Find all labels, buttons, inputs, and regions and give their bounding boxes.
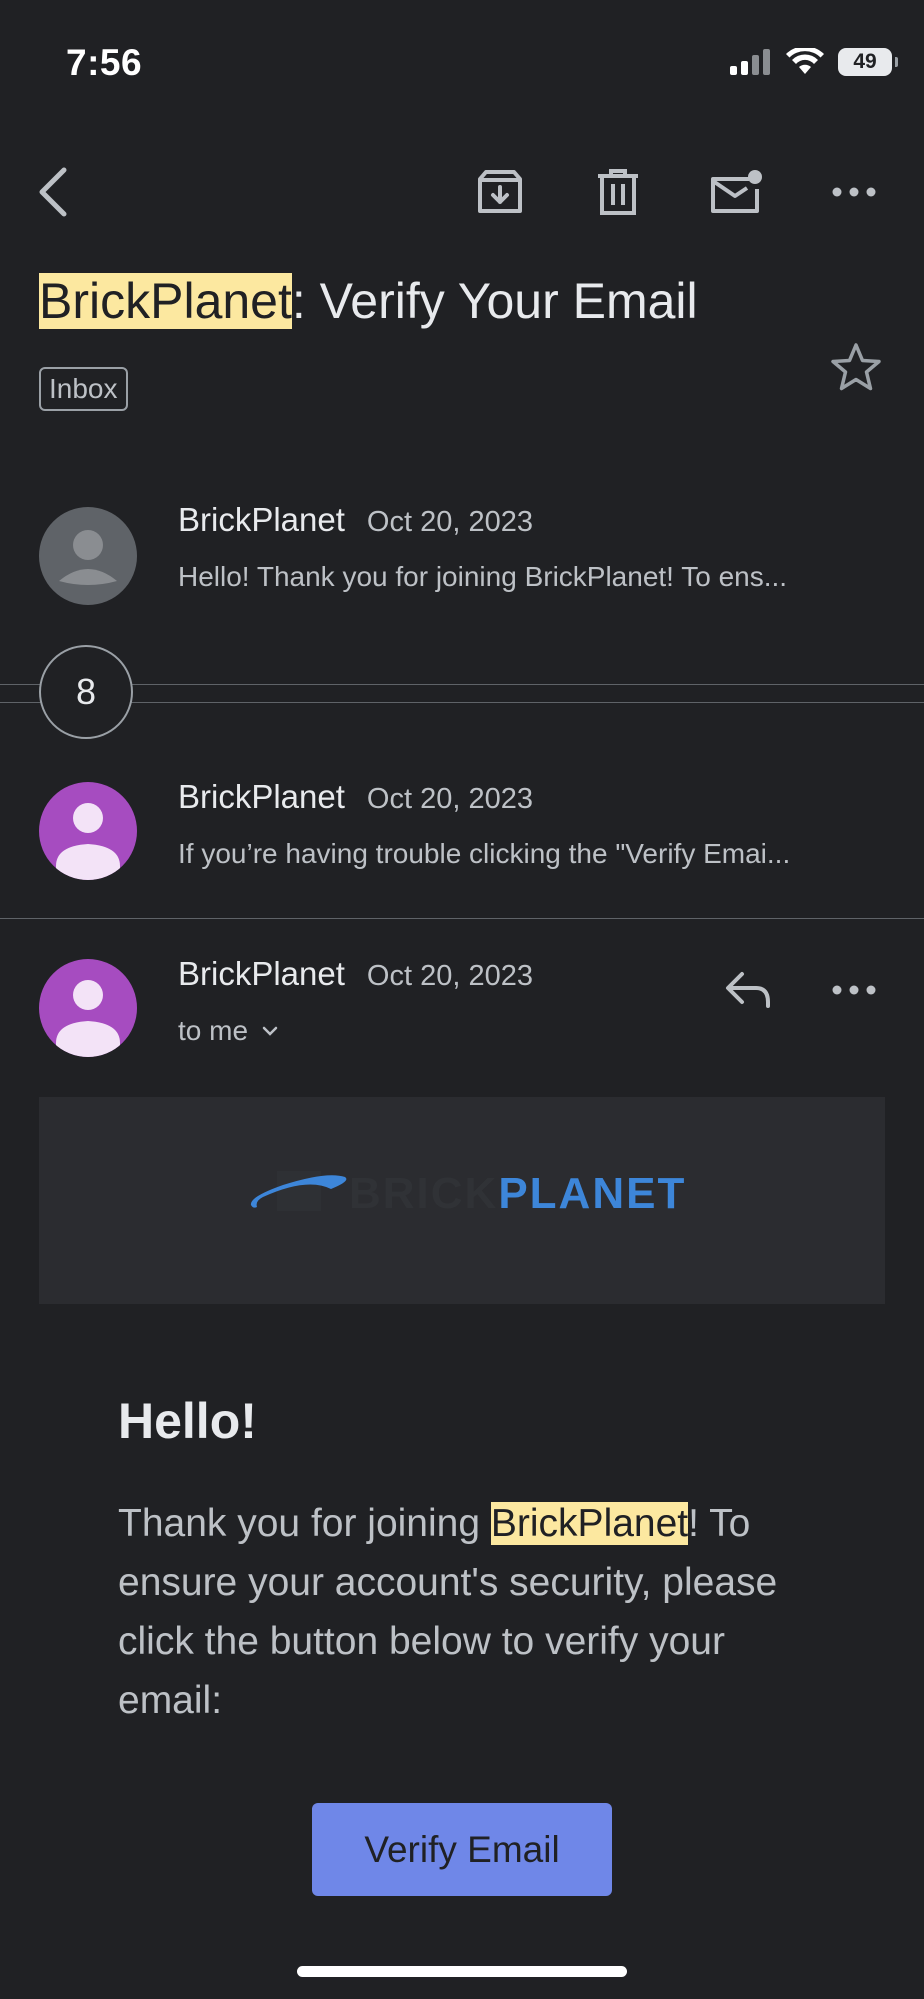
message-divider <box>0 918 924 919</box>
chevron-left-icon <box>39 167 67 217</box>
collapsed-messages-count[interactable]: 8 <box>39 645 133 739</box>
message-snippet: If you’re having trouble clicking the "V… <box>178 838 791 869</box>
message-snippet: Hello! Thank you for joining BrickPlanet… <box>178 561 788 592</box>
email-header-banner: BRICKPLANET <box>39 1097 885 1304</box>
message-row[interactable]: BrickPlanet Oct 20, 2023 Hello! Thank you… <box>0 495 924 615</box>
subject-highlight: BrickPlanet <box>39 273 292 329</box>
collapsed-divider-bottom <box>0 702 924 703</box>
email-subject: BrickPlanet: Verify Your Email <box>39 272 698 330</box>
paragraph-text: Thank you for joining <box>118 1502 491 1545</box>
star-button[interactable] <box>828 340 884 396</box>
avatar <box>39 782 137 880</box>
message-date: Oct 20, 2023 <box>366 783 533 815</box>
sender-name: BrickPlanet <box>178 778 345 815</box>
avatar <box>39 507 137 605</box>
sender-name: BrickPlanet <box>178 955 345 992</box>
more-options-button[interactable] <box>822 160 886 224</box>
collapsed-divider-top <box>0 684 924 685</box>
archive-icon <box>478 170 522 213</box>
delete-button[interactable] <box>586 160 650 224</box>
star-icon <box>831 343 881 391</box>
trash-icon <box>598 169 638 215</box>
mail-unread-icon <box>711 170 762 213</box>
person-icon <box>56 803 120 880</box>
message-date: Oct 20, 2023 <box>366 960 533 992</box>
sender-name: BrickPlanet <box>178 501 345 538</box>
chevron-down-icon <box>262 1026 278 1036</box>
wifi-icon <box>786 48 824 74</box>
archive-button[interactable] <box>468 160 532 224</box>
verify-email-button[interactable]: Verify Email <box>312 1803 612 1896</box>
message-more-button[interactable] <box>822 962 886 1018</box>
planet-ring-logo-icon <box>250 1171 347 1211</box>
recipient-text: to me <box>178 1015 249 1046</box>
avatar <box>39 959 137 1057</box>
back-button[interactable] <box>22 160 86 224</box>
message-date: Oct 20, 2023 <box>366 506 533 538</box>
reply-button[interactable] <box>716 962 780 1018</box>
inbox-label-chip[interactable]: Inbox <box>39 367 128 411</box>
brickplanet-logo: BRICKPLANET <box>349 1169 686 1219</box>
reply-icon <box>726 972 770 1008</box>
logo-text-dim: BRICK <box>349 1169 499 1218</box>
person-icon <box>56 980 120 1057</box>
more-horizontal-icon <box>832 187 876 197</box>
status-icons: 49 <box>730 48 898 76</box>
more-horizontal-icon <box>832 985 876 995</box>
email-greeting: Hello! <box>118 1393 257 1449</box>
logo-text-bright: PLANET <box>498 1169 687 1218</box>
mark-unread-button[interactable] <box>704 160 768 224</box>
cellular-signal-icon <box>730 49 770 75</box>
subject-rest: : Verify Your Email <box>291 273 698 329</box>
message-row[interactable]: BrickPlanet Oct 20, 2023 If you’re having… <box>0 770 924 890</box>
paragraph-highlight: BrickPlanet <box>490 1502 689 1545</box>
recipient-details-toggle[interactable]: to me <box>178 1015 278 1047</box>
status-time: 7:56 <box>66 42 143 83</box>
home-indicator[interactable] <box>297 1966 627 1977</box>
person-icon <box>59 530 117 585</box>
email-paragraph: Thank you for joining BrickPlanet! To en… <box>118 1494 838 1730</box>
battery-icon: 49 <box>838 48 898 76</box>
